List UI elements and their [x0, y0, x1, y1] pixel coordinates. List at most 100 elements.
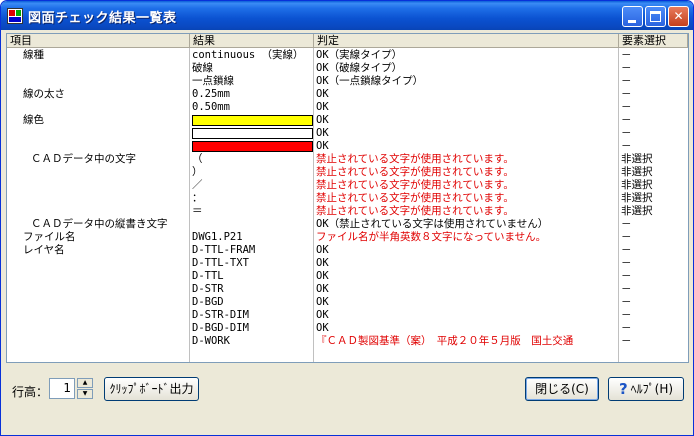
- row-height-label: 行高：: [12, 385, 49, 399]
- table-row[interactable]: 線種 continuous （実線） OK（実線タイプ） －: [7, 49, 688, 62]
- maximize-button[interactable]: [645, 6, 666, 27]
- row-select-cell: －: [621, 88, 632, 100]
- table-row[interactable]: ： 禁止されている文字が使用されています。 非選択: [7, 192, 688, 205]
- row-select-cell: 非選択: [621, 192, 653, 204]
- row-select-cell: －: [621, 140, 632, 152]
- row-result-cell: 破線: [192, 62, 213, 74]
- row-item-cell: 線の太さ: [23, 88, 65, 100]
- row-judge-cell: OK（一点鎖線タイプ）: [316, 75, 424, 87]
- row-judge-cell: 禁止されている文字が使用されています。: [316, 153, 514, 165]
- table-row[interactable]: ＝ 禁止されている文字が使用されています。 非選択: [7, 205, 688, 218]
- spin-up-button[interactable]: ▲: [77, 378, 93, 388]
- row-result-cell: D-STR: [192, 283, 224, 295]
- table-row[interactable]: D-STR OK －: [7, 283, 688, 296]
- table-row[interactable]: ） 禁止されている文字が使用されています。 非選択: [7, 166, 688, 179]
- table-row[interactable]: OK －: [7, 140, 688, 153]
- row-item-cell: [7, 192, 190, 205]
- row-result-cell: 0.25mm: [192, 88, 230, 100]
- table-row[interactable]: 線の太さ 0.25mm OK －: [7, 88, 688, 101]
- row-select-cell: －: [621, 283, 632, 295]
- arrow-down-icon: ▼: [82, 390, 88, 397]
- row-select-cell: －: [621, 114, 632, 126]
- row-result-cell: D-BGD: [192, 296, 224, 308]
- row-select-cell: －: [621, 244, 632, 256]
- column-header-result[interactable]: 結果: [190, 34, 314, 48]
- row-judge-cell: 禁止されている文字が使用されています。: [316, 205, 514, 217]
- row-result-cell: D-BGD-DIM: [192, 322, 249, 334]
- row-item-cell: [7, 309, 190, 322]
- row-item-cell: [7, 270, 190, 283]
- table-row[interactable]: D-BGD-DIM OK －: [7, 322, 688, 335]
- table-row[interactable]: 線色 OK －: [7, 114, 688, 127]
- row-judge-cell: OK（禁止されている文字は使用されていません）: [316, 218, 549, 230]
- minimize-icon: [628, 20, 636, 23]
- row-result-cell: 一点鎖線: [192, 75, 234, 87]
- table-row[interactable]: D-STR-DIM OK －: [7, 309, 688, 322]
- row-result-cell: ／: [192, 179, 203, 191]
- row-judge-cell: 『ＣＡＤ製図基準（案） 平成２０年５月版 国土交通: [316, 335, 574, 347]
- row-select-cell: －: [621, 296, 632, 308]
- row-height-spinner: ▲ ▼: [77, 378, 93, 399]
- help-button[interactable]: ? ﾍﾙﾌﾟ(H): [608, 377, 684, 401]
- row-result-cell: D-WORK: [192, 335, 230, 347]
- clipboard-output-button[interactable]: ｸﾘｯﾌﾟﾎﾞｰﾄﾞ出力: [104, 377, 199, 401]
- table-row[interactable]: レイヤ名 D-TTL-FRAM OK －: [7, 244, 688, 257]
- table-row[interactable]: D-TTL-TXT OK －: [7, 257, 688, 270]
- spin-down-button[interactable]: ▼: [77, 389, 93, 399]
- row-judge-cell: 禁止されている文字が使用されています。: [316, 166, 514, 178]
- row-item-cell: [7, 322, 190, 335]
- row-judge-cell: OK: [316, 114, 329, 126]
- table-row[interactable]: OK －: [7, 127, 688, 140]
- help-button-label: ﾍﾙﾌﾟ(H): [630, 382, 674, 396]
- row-item-cell: レイヤ名: [23, 244, 65, 256]
- row-select-cell: －: [621, 257, 632, 269]
- row-result-cell: ）: [192, 166, 203, 178]
- row-result-cell: [190, 218, 314, 231]
- row-result-cell: DWG1.P21: [192, 231, 243, 243]
- row-result-cell: continuous （実線）: [192, 49, 304, 61]
- table-row[interactable]: ＣＡＤデータ中の縦書き文字 OK（禁止されている文字は使用されていません） －: [7, 218, 688, 231]
- row-select-cell: －: [621, 75, 632, 87]
- table-row[interactable]: D-TTL OK －: [7, 270, 688, 283]
- title-bar[interactable]: 図面チェック結果一覧表 ✕: [1, 1, 693, 30]
- row-height-input[interactable]: 1: [49, 378, 75, 399]
- row-item-cell: [7, 166, 190, 179]
- row-judge-cell: 禁止されている文字が使用されています。: [316, 179, 514, 191]
- row-item-cell: 線種: [23, 49, 44, 61]
- close-window-button[interactable]: ✕: [668, 6, 689, 27]
- row-judge-cell: OK: [316, 101, 329, 113]
- table-row[interactable]: D-BGD OK －: [7, 296, 688, 309]
- table-row[interactable]: ファイル名 DWG1.P21 ファイル名が半角英数８文字になっていません。 －: [7, 231, 688, 244]
- grid-header: 項目 結果 判定 要素選択: [7, 34, 688, 48]
- row-item-cell: [7, 179, 190, 192]
- column-header-judge[interactable]: 判定: [314, 34, 619, 48]
- row-item-cell: [7, 62, 190, 75]
- column-header-item[interactable]: 項目: [7, 34, 190, 48]
- result-grid[interactable]: 項目 結果 判定 要素選択 線種 continuous （実線） OK（実線タイプ）…: [6, 33, 689, 363]
- row-result-cell: D-TTL-TXT: [192, 257, 249, 269]
- row-judge-cell: OK: [316, 244, 329, 256]
- row-result-cell: D-STR-DIM: [192, 309, 249, 321]
- table-row[interactable]: D-WORK 『ＣＡＤ製図基準（案） 平成２０年５月版 国土交通 －: [7, 335, 688, 348]
- row-judge-cell: OK: [316, 257, 329, 269]
- row-judge-cell: OK（破線タイプ）: [316, 62, 403, 74]
- close-button[interactable]: 閉じる(C): [525, 377, 599, 401]
- table-row[interactable]: 一点鎖線 OK（一点鎖線タイプ） －: [7, 75, 688, 88]
- row-select-cell: 非選択: [621, 153, 653, 165]
- table-row[interactable]: 破線 OK（破線タイプ） －: [7, 62, 688, 75]
- row-select-cell: －: [621, 101, 632, 113]
- minimize-button[interactable]: [622, 6, 643, 27]
- row-select-cell: －: [621, 322, 632, 334]
- table-row[interactable]: 0.50mm OK －: [7, 101, 688, 114]
- table-row[interactable]: ／ 禁止されている文字が使用されています。 非選択: [7, 179, 688, 192]
- row-select-cell: －: [621, 62, 632, 74]
- row-result-cell: D-TTL-FRAM: [192, 244, 256, 256]
- row-item-cell: 線色: [23, 114, 44, 126]
- row-item-cell: [7, 335, 190, 348]
- row-item-cell: [7, 75, 190, 88]
- maximize-icon: [650, 11, 661, 22]
- column-header-select[interactable]: 要素選択: [619, 34, 688, 48]
- row-select-cell: －: [621, 309, 632, 321]
- table-row[interactable]: ＣＡＤデータ中の文字 （ 禁止されている文字が使用されています。 非選択: [7, 153, 688, 166]
- help-icon: ?: [618, 380, 628, 398]
